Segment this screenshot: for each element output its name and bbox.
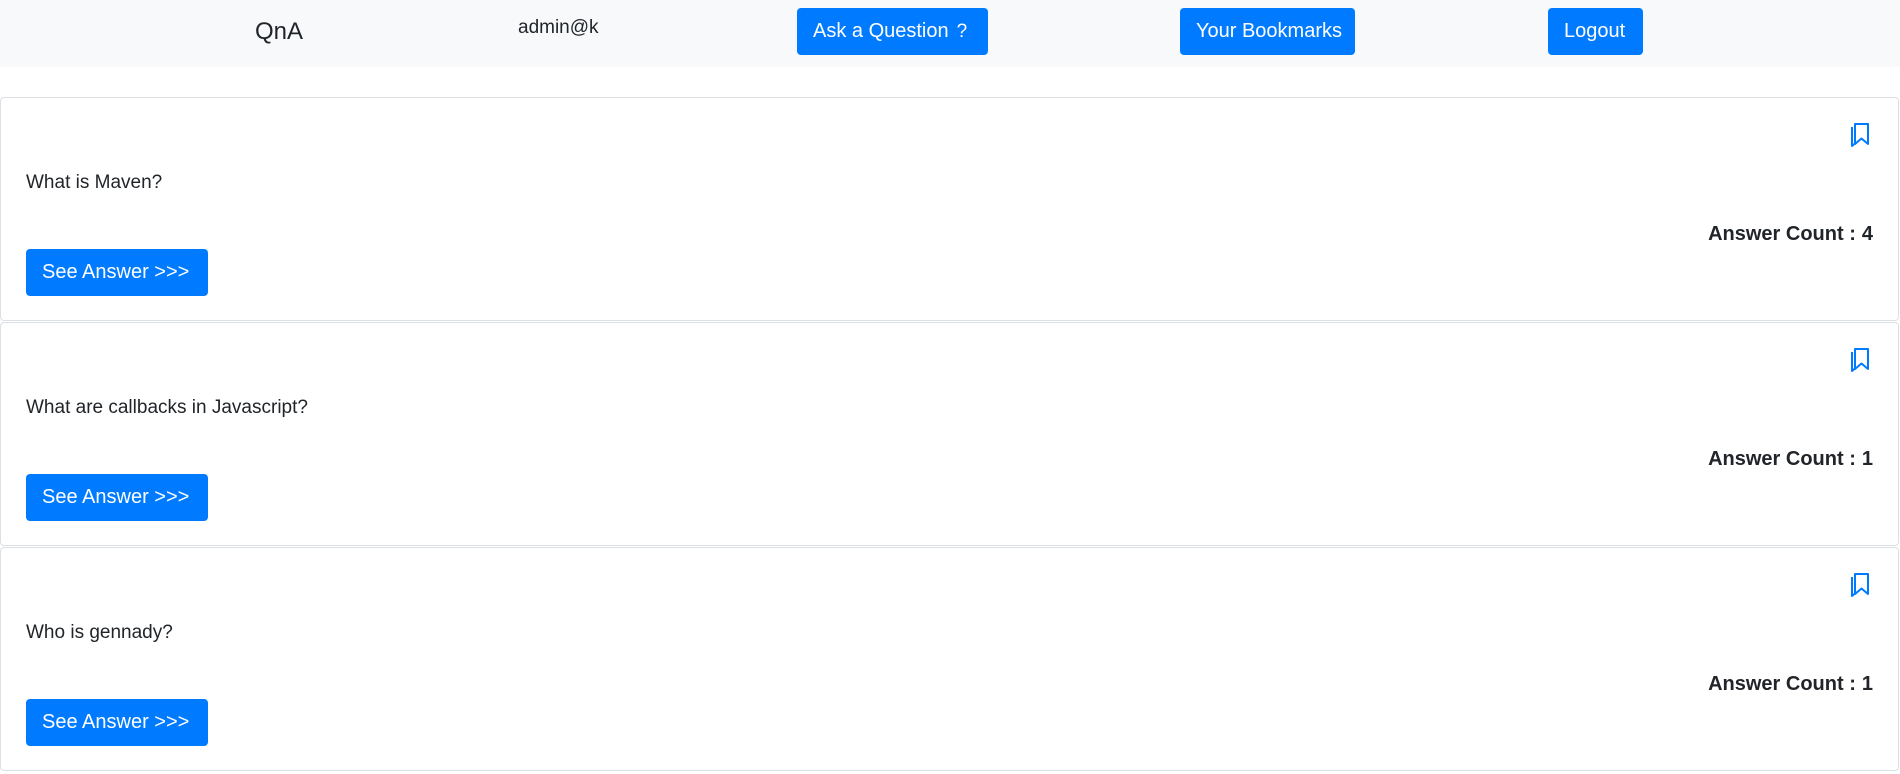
see-answer-button[interactable]: See Answer >>> <box>26 474 208 521</box>
question-mark-icon: ? <box>956 21 968 42</box>
your-bookmarks-button[interactable]: Your Bookmarks <box>1180 8 1355 55</box>
answer-count-label: Answer Count : <box>1708 673 1856 695</box>
see-answer-button[interactable]: See Answer >>> <box>26 249 208 296</box>
answer-count-value: 1 <box>1861 673 1873 695</box>
bookmark-icon[interactable] <box>1849 121 1871 147</box>
navbar: QnA admin@k Ask a Question? Your Bookmar… <box>0 0 1900 67</box>
question-title: Who is gennady? <box>26 622 173 643</box>
answer-count: Answer Count :1 <box>1708 448 1873 471</box>
answer-count-value: 1 <box>1861 448 1873 470</box>
ask-question-button[interactable]: Ask a Question? <box>797 8 988 55</box>
bookmark-icon[interactable] <box>1849 571 1871 597</box>
see-answer-button[interactable]: See Answer >>> <box>26 699 208 746</box>
user-email: admin@k <box>518 17 599 38</box>
logout-button[interactable]: Logout <box>1548 8 1643 55</box>
answer-count-value: 4 <box>1861 223 1873 245</box>
question-title: What are callbacks in Javascript? <box>26 397 308 418</box>
answer-count-label: Answer Count : <box>1708 448 1856 470</box>
question-title: What is Maven? <box>26 172 163 193</box>
ask-question-label: Ask a Question <box>813 20 949 42</box>
bookmark-icon[interactable] <box>1849 346 1871 372</box>
question-card: What are callbacks in Javascript? Answer… <box>0 322 1899 546</box>
question-card: What is Maven? Answer Count :4 See Answe… <box>0 97 1899 321</box>
answer-count-label: Answer Count : <box>1708 223 1856 245</box>
brand-logo[interactable]: QnA <box>255 18 303 46</box>
answer-count: Answer Count :1 <box>1708 673 1873 696</box>
question-card: Who is gennady? Answer Count :1 See Answ… <box>0 547 1899 771</box>
answer-count: Answer Count :4 <box>1708 223 1873 246</box>
